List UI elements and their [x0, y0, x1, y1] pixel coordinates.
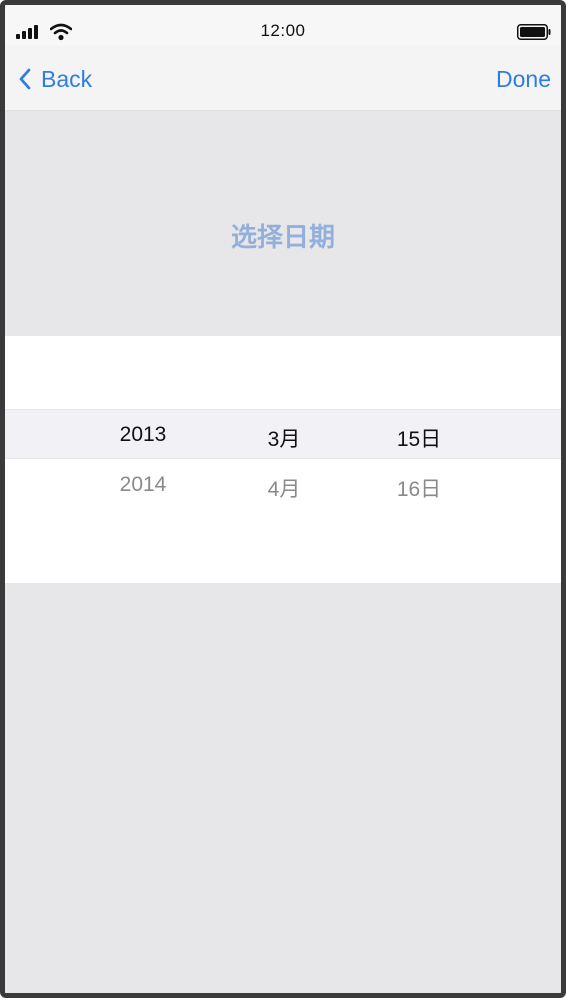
phone-frame: 12:00 Back Done 选择日期 2013 3月 15日 2014 4月…	[0, 0, 566, 998]
page-title: 选择日期	[230, 223, 335, 253]
back-label: Back	[41, 65, 93, 92]
navigation-bar: Back Done	[5, 46, 561, 111]
picker-year-selected[interactable]: 2013	[83, 423, 203, 447]
picker-month-option[interactable]: 4月	[224, 473, 344, 503]
picker-day-selected[interactable]: 15日	[359, 423, 479, 453]
status-time: 12:00	[260, 21, 306, 40]
date-picker[interactable]: 2013 3月 15日 2014 4月 16日	[5, 336, 561, 583]
battery-icon	[517, 24, 551, 40]
picker-year-option[interactable]: 2014	[83, 473, 203, 497]
picker-month-selected[interactable]: 3月	[224, 423, 344, 453]
picker-day-option[interactable]: 16日	[359, 473, 479, 503]
empty-background	[5, 583, 561, 993]
done-button[interactable]: Done	[496, 63, 551, 95]
back-button[interactable]: Back	[19, 63, 92, 95]
status-bar: 12:00	[5, 5, 561, 46]
chevron-left-icon	[19, 68, 31, 90]
header-area: 选择日期	[5, 111, 561, 336]
